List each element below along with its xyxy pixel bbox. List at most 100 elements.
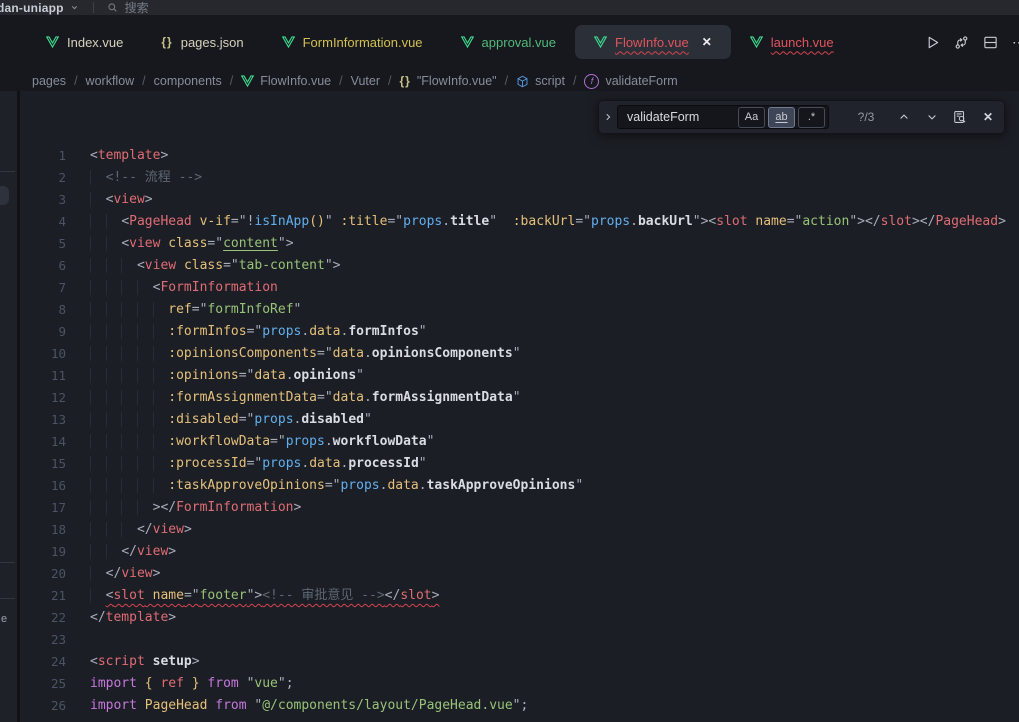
code-line-11[interactable]: 11 :opinions="data.opinions": [20, 365, 1019, 387]
tab-approval.vue[interactable]: approval.vue: [442, 25, 575, 59]
line-number[interactable]: 1: [20, 145, 66, 167]
breadcrumb-separator: /: [230, 74, 233, 88]
line-number[interactable]: 15: [20, 453, 66, 475]
code-line-9[interactable]: 9 :formInfos="props.data.formInfos": [20, 321, 1019, 343]
code-line-24[interactable]: 24<script setup>: [20, 651, 1019, 673]
line-content: :formAssignmentData="data.formAssignment…: [66, 387, 521, 409]
breadcrumb-item-FlowInfo.vue[interactable]: {}"FlowInfo.vue": [400, 74, 497, 88]
tab-Index.vue[interactable]: Index.vue: [27, 25, 142, 59]
line-number[interactable]: 9: [20, 321, 66, 343]
code-line-25[interactable]: 25import { ref } from "vue";: [20, 673, 1019, 695]
next-match-button[interactable]: [921, 106, 943, 128]
split-editor-button[interactable]: [976, 28, 1005, 56]
code-line-17[interactable]: 17 ></FormInformation>: [20, 497, 1019, 519]
breadcrumb-item-validateForm[interactable]: fvalidateForm: [584, 74, 677, 89]
line-number[interactable]: 4: [20, 211, 66, 233]
indent-guide: [90, 236, 106, 251]
find-in-selection-button[interactable]: [949, 106, 971, 128]
code-area[interactable]: 1<template>2 <!-- 流程 -->3 <view>4 <PageH…: [20, 145, 1019, 717]
sidebar-handle[interactable]: [0, 186, 9, 205]
line-number[interactable]: 10: [20, 343, 66, 365]
line-number[interactable]: 17: [20, 497, 66, 519]
code-line-18[interactable]: 18 </view>: [20, 519, 1019, 541]
project-switcher[interactable]: dan-uniapp: [0, 1, 79, 15]
more-actions-button[interactable]: ⋯: [1005, 28, 1019, 56]
line-number[interactable]: 24: [20, 651, 66, 673]
find-input[interactable]: validateForm Aa ab .*: [617, 105, 829, 129]
line-number[interactable]: 26: [20, 695, 66, 717]
indent-guide: [121, 324, 137, 339]
line-content: import PageHead from "@/components/layou…: [66, 695, 528, 717]
code-line-20[interactable]: 20 </view>: [20, 563, 1019, 585]
line-number[interactable]: 19: [20, 541, 66, 563]
code-line-14[interactable]: 14 :workflowData="props.workflowData": [20, 431, 1019, 453]
code-line-19[interactable]: 19 </view>: [20, 541, 1019, 563]
line-number[interactable]: 21: [20, 585, 66, 607]
code-line-3[interactable]: 3 <view>: [20, 189, 1019, 211]
whole-word-button[interactable]: ab: [768, 107, 795, 128]
code-line-10[interactable]: 10 :opinionsComponents="data.opinionsCom…: [20, 343, 1019, 365]
line-number[interactable]: 5: [20, 233, 66, 255]
line-number[interactable]: 3: [20, 189, 66, 211]
split-editor-icon: [983, 35, 998, 50]
tab-launch.vue[interactable]: launch.vue: [731, 25, 853, 59]
sidebar-divider: [0, 598, 15, 599]
line-number[interactable]: 18: [20, 519, 66, 541]
toggle-replace-chevron-icon[interactable]: [599, 112, 617, 122]
breadcrumb-item-components[interactable]: components: [154, 74, 222, 88]
tab-FormInformation.vue[interactable]: FormInformation.vue: [263, 25, 442, 59]
code-line-2[interactable]: 2 <!-- 流程 -->: [20, 167, 1019, 189]
compare-changes-button[interactable]: [947, 28, 976, 56]
code-line-15[interactable]: 15 :processId="props.data.processId": [20, 453, 1019, 475]
line-number[interactable]: 12: [20, 387, 66, 409]
breadcrumb-item-FlowInfo.vue[interactable]: FlowInfo.vue: [241, 74, 331, 88]
close-find-button[interactable]: ✕: [977, 106, 999, 128]
run-button[interactable]: [918, 28, 947, 56]
line-number[interactable]: 22: [20, 607, 66, 629]
tab-pages.json[interactable]: {}pages.json: [142, 25, 262, 59]
indent-guide: [153, 478, 169, 493]
code-line-23[interactable]: 23: [20, 629, 1019, 651]
line-content: <!-- 流程 -->: [66, 167, 202, 189]
indent-guide: [121, 346, 137, 361]
code-line-13[interactable]: 13 :disabled="props.disabled": [20, 409, 1019, 431]
editor-pane[interactable]: e 1<template>2 <!-- 流程 -->3 <view>4 <Pag…: [0, 91, 1019, 722]
match-case-button[interactable]: Aa: [738, 107, 765, 128]
global-search[interactable]: 搜索: [107, 0, 149, 15]
code-line-4[interactable]: 4 <PageHead v-if="!isInApp()" :title="pr…: [20, 211, 1019, 233]
tab-FlowInfo.vue[interactable]: FlowInfo.vue✕: [575, 25, 731, 59]
line-content: <view class="tab-content">: [66, 255, 340, 277]
code-line-1[interactable]: 1<template>: [20, 145, 1019, 167]
chevron-down-icon: [70, 3, 79, 12]
code-line-16[interactable]: 16 :taskApproveOpinions="props.data.task…: [20, 475, 1019, 497]
previous-match-button[interactable]: [893, 106, 915, 128]
line-number[interactable]: 25: [20, 673, 66, 695]
line-number[interactable]: 23: [20, 629, 66, 651]
line-number[interactable]: 11: [20, 365, 66, 387]
code-line-5[interactable]: 5 <view class="content">: [20, 233, 1019, 255]
breadcrumb-item-workflow[interactable]: workflow: [86, 74, 135, 88]
breadcrumb-item-pages[interactable]: pages: [32, 74, 66, 88]
tab-close-icon[interactable]: ✕: [702, 35, 712, 49]
code-line-12[interactable]: 12 :formAssignmentData="data.formAssignm…: [20, 387, 1019, 409]
line-number[interactable]: 2: [20, 167, 66, 189]
breadcrumb-label: components: [154, 74, 222, 88]
code-line-21[interactable]: 21 <slot name="footer"><!-- 审批意见 --></sl…: [20, 585, 1019, 607]
breadcrumb-item-script[interactable]: script: [516, 74, 565, 88]
regex-button[interactable]: .*: [798, 107, 825, 128]
vue-icon: [750, 36, 763, 48]
code-line-6[interactable]: 6 <view class="tab-content">: [20, 255, 1019, 277]
code-line-26[interactable]: 26import PageHead from "@/components/lay…: [20, 695, 1019, 717]
line-number[interactable]: 6: [20, 255, 66, 277]
line-number[interactable]: 7: [20, 277, 66, 299]
code-line-22[interactable]: 22</template>: [20, 607, 1019, 629]
breadcrumb-item-Vuter[interactable]: Vuter: [351, 74, 380, 88]
line-number[interactable]: 13: [20, 409, 66, 431]
line-number[interactable]: 20: [20, 563, 66, 585]
line-number[interactable]: 16: [20, 475, 66, 497]
code-line-8[interactable]: 8 ref="formInfoRef": [20, 299, 1019, 321]
line-number[interactable]: 8: [20, 299, 66, 321]
line-content: <FormInformation: [66, 277, 278, 299]
line-number[interactable]: 14: [20, 431, 66, 453]
code-line-7[interactable]: 7 <FormInformation: [20, 277, 1019, 299]
